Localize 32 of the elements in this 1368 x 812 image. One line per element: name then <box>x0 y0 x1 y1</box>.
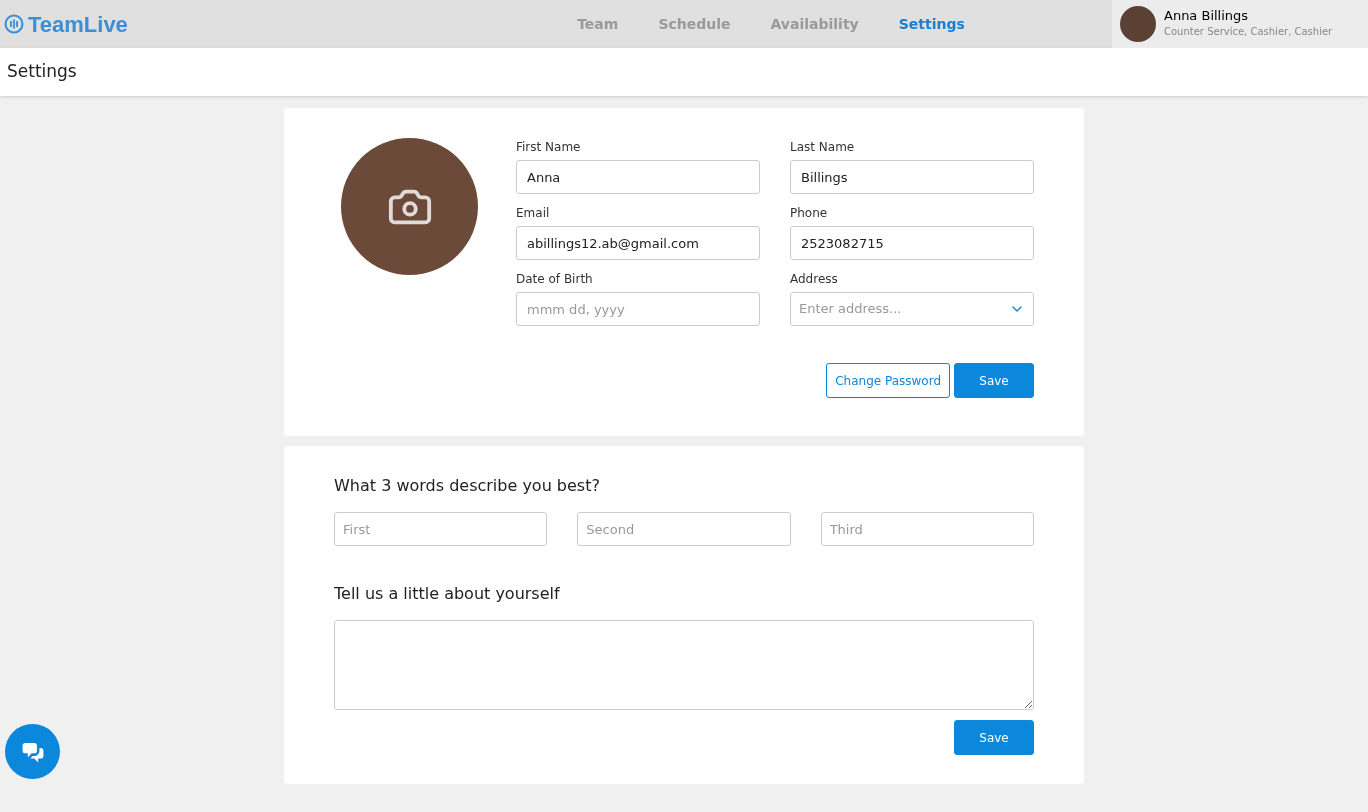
field-label: Date of Birth <box>516 271 594 288</box>
field-label: Address <box>790 271 839 288</box>
text-field[interactable]: Billings <box>790 160 1034 194</box>
save-button[interactable]: Save <box>954 363 1034 398</box>
field-label: Phone <box>790 205 829 222</box>
field-label: First Name <box>516 139 582 156</box>
chat-button[interactable] <box>5 724 60 779</box>
text-field[interactable]: mmm dd, yyyy <box>516 292 760 326</box>
text-field[interactable]: Anna <box>516 160 760 194</box>
avatar-placeholder <box>1120 6 1156 42</box>
logo-icon <box>4 14 24 34</box>
section-title: What 3 words describe you best? <box>334 475 601 497</box>
field-label: Email <box>516 205 551 222</box>
change-password-button[interactable]: Change Password <box>826 363 950 398</box>
user-roles: Counter Service, Cashier, Cashier <box>1164 25 1333 39</box>
section-title: Tell us a little about yourself <box>334 583 561 605</box>
app-logo: TeamLive <box>28 10 128 39</box>
nav-tab[interactable]: Settings <box>898 13 965 35</box>
word-field[interactable]: Third <box>820 512 1034 546</box>
nav-tab[interactable]: Availability <box>770 13 859 35</box>
nav-tab[interactable]: Schedule <box>658 13 731 35</box>
field-label: Last Name <box>790 139 856 156</box>
page-title: Settings <box>7 60 77 84</box>
nav-tab[interactable]: Team <box>577 13 619 35</box>
word-field[interactable]: First <box>334 512 548 546</box>
user-name: Anna Billings <box>1164 8 1250 24</box>
word-field[interactable]: Second <box>577 512 791 546</box>
user-panel[interactable]: Anna Billings Counter Service, Cashier, Cashier <box>1112 0 1368 48</box>
address-dropdown[interactable]: Enter address... <box>790 292 1034 326</box>
save-button[interactable]: Save <box>954 720 1034 755</box>
text-field[interactable]: abillings12.ab@gmail.com <box>516 226 760 260</box>
text-field[interactable]: 2523082715 <box>790 226 1034 260</box>
